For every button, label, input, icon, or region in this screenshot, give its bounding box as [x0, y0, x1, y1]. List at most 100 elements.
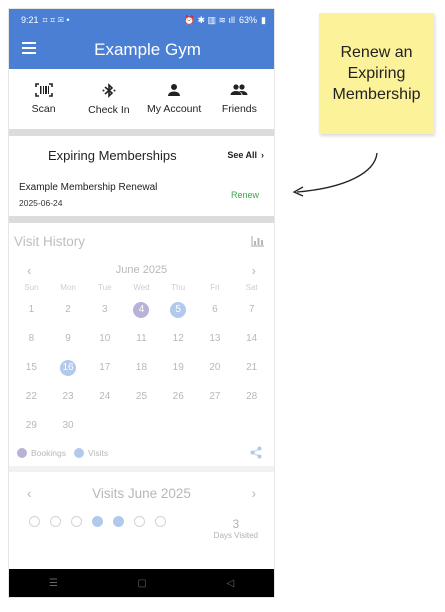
- calendar-day[interactable]: 23: [50, 382, 87, 411]
- calendar-month-label: June 2025: [115, 264, 168, 276]
- my-account-button[interactable]: My Account: [142, 83, 206, 115]
- weekday-label: Thu: [171, 283, 186, 292]
- calendar-day-number: 22: [25, 390, 37, 402]
- visits-month-nav: ‹ Visits June 2025 ›: [9, 472, 274, 514]
- calendar-day-number: 19: [172, 361, 184, 373]
- share-icon[interactable]: [250, 446, 262, 459]
- calendar-day-number: 21: [246, 361, 258, 373]
- calendar-day[interactable]: 26: [160, 382, 197, 411]
- calendar-day-number: 2: [65, 303, 71, 315]
- bar-chart-icon[interactable]: [251, 235, 264, 247]
- legend-visits-label: Visits: [87, 447, 109, 458]
- calendar-day[interactable]: 16: [50, 353, 87, 382]
- calendar-day[interactable]: 8: [13, 324, 50, 353]
- calendar-day-number: 29: [25, 419, 37, 431]
- legend-bookings: Bookings: [17, 448, 66, 459]
- weekday-label: Mon: [60, 283, 76, 292]
- next-visits-month-icon[interactable]: ›: [251, 486, 256, 501]
- visit-history-title: Visit History: [14, 233, 86, 249]
- status-time: 9:21: [21, 15, 39, 25]
- calendar-day[interactable]: 7: [233, 295, 270, 324]
- see-all-label: See All: [227, 150, 257, 160]
- calendar-day[interactable]: 4: [123, 295, 160, 324]
- visits-summary: 3 Days Visited: [9, 514, 274, 554]
- calendar-day[interactable]: 17: [86, 353, 123, 382]
- calendar-day-number: 5: [170, 301, 187, 318]
- calendar-day[interactable]: 1: [13, 295, 50, 324]
- battery-icon: ▮: [261, 14, 266, 25]
- visit-day-circle: [113, 516, 124, 527]
- calendar-day[interactable]: 2: [50, 295, 87, 324]
- expiring-memberships-header: Expiring Memberships See All ›: [9, 136, 274, 174]
- calendar-day[interactable]: 9: [50, 324, 87, 353]
- calendar-day[interactable]: 13: [197, 324, 234, 353]
- calendar-day[interactable]: 24: [86, 382, 123, 411]
- calendar-day-number: 27: [209, 390, 221, 402]
- calendar-day[interactable]: 14: [233, 324, 270, 353]
- bluetooth-icon: [102, 82, 116, 98]
- annotation-sticky-note: Renew an Expiring Membership: [319, 13, 434, 134]
- section-divider: [9, 129, 274, 136]
- calendar-day[interactable]: 25: [123, 382, 160, 411]
- calendar-day-number: 12: [172, 332, 184, 344]
- calendar-day-number: 30: [62, 419, 74, 431]
- hamburger-menu-icon[interactable]: [22, 42, 36, 54]
- days-visited-stat: 3 Days Visited: [214, 517, 258, 540]
- calendar-day[interactable]: 5: [160, 295, 197, 324]
- membership-expiry-date: 2025-06-24: [19, 198, 63, 208]
- quick-actions: Scan Check In My Account Friends: [9, 69, 274, 129]
- calendar-day-number: 25: [135, 390, 148, 402]
- recent-apps-icon[interactable]: ☰: [49, 578, 58, 589]
- friends-button[interactable]: Friends: [207, 83, 271, 115]
- calendar-day-number: 15: [25, 361, 37, 373]
- calendar-day[interactable]: 12: [160, 324, 197, 353]
- calendar-day[interactable]: 29: [13, 411, 50, 440]
- visit-day-circle: [29, 516, 40, 527]
- see-all-button[interactable]: See All ›: [227, 150, 264, 160]
- bookings-dot-icon: [17, 448, 27, 459]
- expiring-membership-item[interactable]: Example Membership Renewal 2025-06-24 Re…: [9, 174, 274, 216]
- calendar-day-number: 9: [65, 332, 71, 344]
- calendar-day[interactable]: 22: [13, 382, 50, 411]
- calendar-day[interactable]: 21: [233, 353, 270, 382]
- back-icon[interactable]: ◁: [226, 578, 234, 589]
- calendar-day[interactable]: 18: [123, 353, 160, 382]
- calendar-day[interactable]: 6: [197, 295, 234, 324]
- check-in-button[interactable]: Check In: [77, 82, 141, 116]
- calendar-day[interactable]: 15: [13, 353, 50, 382]
- renew-button[interactable]: Renew: [231, 190, 259, 200]
- status-bar: 9:21 ⌗ ⌗ ✉ • ⏰ ✱ ▥ ≋ ıll 63% ▮: [9, 9, 274, 31]
- barcode-scan-icon: [34, 83, 53, 97]
- calendar-day[interactable]: 27: [197, 382, 234, 411]
- previous-month-icon[interactable]: ‹: [27, 263, 31, 278]
- home-icon[interactable]: ▢: [137, 578, 146, 589]
- friends-label: Friends: [221, 103, 257, 115]
- weekday-label: Sun: [24, 283, 39, 292]
- weekday-label: Wed: [133, 283, 150, 292]
- calendar-day[interactable]: 30: [50, 411, 87, 440]
- previous-visits-month-icon[interactable]: ‹: [27, 486, 32, 501]
- scan-button[interactable]: Scan: [12, 83, 76, 115]
- calendar-day[interactable]: 10: [86, 324, 123, 353]
- calendar-day[interactable]: 28: [233, 382, 270, 411]
- calendar-day-number: 26: [172, 390, 184, 402]
- visits-month-title: Visits June 2025: [92, 485, 191, 501]
- visits-dot-icon: [73, 448, 84, 459]
- weekday-label: Fri: [210, 283, 220, 292]
- calendar-day-number: 17: [99, 361, 111, 373]
- calendar-day[interactable]: 11: [123, 324, 160, 353]
- app-bar: Example Gym: [9, 31, 274, 69]
- calendar-day[interactable]: 20: [197, 353, 234, 382]
- calendar-day[interactable]: 19: [160, 353, 197, 382]
- calendar-day-number: 28: [246, 390, 258, 402]
- visit-day-circle: [134, 516, 145, 527]
- legend-visits: Visits: [73, 447, 109, 459]
- scan-label: Scan: [31, 103, 56, 115]
- visit-day-circle: [71, 516, 82, 527]
- legend-bookings-label: Bookings: [31, 447, 66, 458]
- next-month-icon[interactable]: ›: [252, 263, 256, 278]
- calendar-day-number: 13: [209, 332, 221, 344]
- calendar-day[interactable]: 3: [86, 295, 123, 324]
- weekday-label: Tue: [98, 283, 112, 292]
- weekday-label: Sat: [245, 283, 258, 292]
